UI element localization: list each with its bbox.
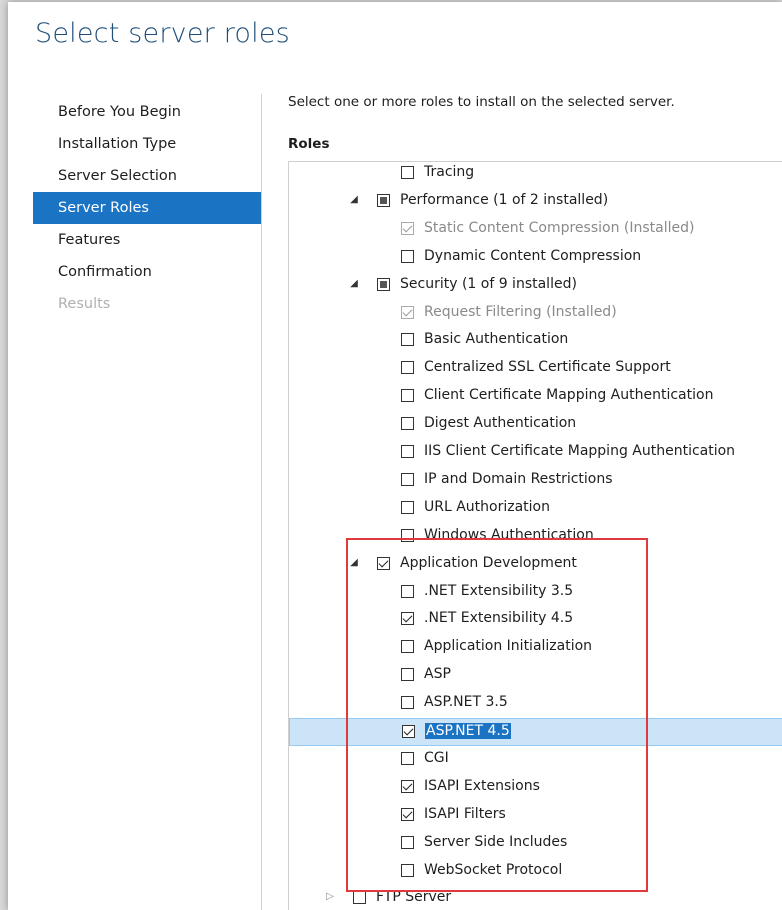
nav-item-installation-type[interactable]: Installation Type bbox=[33, 128, 261, 160]
wizard-nav: Before You Begin Installation Type Server … bbox=[33, 96, 261, 320]
role-checkbox[interactable] bbox=[377, 556, 390, 570]
role-checkbox[interactable] bbox=[401, 751, 414, 765]
tree-row[interactable]: Static Content Compression (Installed) bbox=[289, 216, 782, 244]
tree-row[interactable]: IP and Domain Restrictions bbox=[289, 467, 782, 495]
tree-row[interactable]: Request Filtering (Installed) bbox=[289, 300, 782, 328]
role-checkbox[interactable] bbox=[401, 333, 414, 347]
role-label: ISAPI Filters bbox=[424, 805, 506, 822]
role-checkbox[interactable] bbox=[401, 472, 414, 486]
role-checkbox[interactable] bbox=[401, 807, 414, 821]
role-checkbox[interactable] bbox=[401, 863, 414, 877]
role-label: ASP bbox=[424, 666, 451, 683]
role-label: Client Certificate Mapping Authenticatio… bbox=[424, 387, 714, 404]
wizard-window: Select server roles Before You Begin Inst… bbox=[8, 2, 782, 910]
tree-row[interactable]: CGI bbox=[289, 746, 782, 774]
role-checkbox[interactable] bbox=[401, 445, 414, 458]
tree-row[interactable]: ▷ FTP Server bbox=[289, 885, 782, 910]
role-label: FTP Server bbox=[376, 889, 452, 906]
tree-row[interactable]: URL Authorization bbox=[289, 495, 782, 523]
tree-row[interactable]: Windows Authentication bbox=[289, 523, 782, 551]
tree-row[interactable]: ◢ Performance (1 of 2 installed) bbox=[289, 188, 782, 216]
role-checkbox bbox=[401, 221, 414, 235]
tree-row[interactable]: Basic Authentication bbox=[289, 327, 782, 355]
collapse-arrow-icon[interactable]: ◢ bbox=[348, 557, 360, 568]
role-checkbox[interactable] bbox=[401, 361, 414, 375]
role-label: Centralized SSL Certificate Support bbox=[424, 359, 671, 376]
role-checkbox[interactable] bbox=[401, 640, 414, 654]
role-label: CGI bbox=[424, 749, 449, 766]
roles-label: Roles bbox=[288, 136, 330, 152]
role-label: Tracing bbox=[424, 164, 475, 180]
role-checkbox[interactable] bbox=[401, 166, 414, 179]
role-label: Security (1 of 9 installed) bbox=[400, 275, 577, 292]
tree-row[interactable]: .NET Extensibility 4.5 bbox=[289, 606, 782, 634]
tree-row[interactable]: Centralized SSL Certificate Support bbox=[289, 355, 782, 383]
tree-row[interactable]: ASP.NET 3.5 bbox=[289, 690, 782, 718]
expand-arrow-icon[interactable]: ▷ bbox=[324, 891, 336, 902]
tree-row[interactable]: ASP.NET 4.5 bbox=[289, 718, 782, 746]
role-checkbox[interactable] bbox=[401, 612, 414, 626]
role-label: .NET Extensibility 4.5 bbox=[424, 610, 574, 627]
role-checkbox[interactable] bbox=[401, 668, 414, 682]
role-checkbox[interactable] bbox=[401, 835, 414, 849]
page-title: Select server roles bbox=[35, 18, 290, 49]
role-label: Basic Authentication bbox=[424, 331, 569, 348]
role-checkbox[interactable] bbox=[401, 696, 414, 710]
tree-row[interactable]: ASP bbox=[289, 662, 782, 690]
tree-row[interactable]: Server Side Includes bbox=[289, 830, 782, 858]
tree-row[interactable]: ISAPI Extensions bbox=[289, 774, 782, 802]
role-checkbox[interactable] bbox=[377, 277, 390, 291]
tree-row[interactable]: .NET Extensibility 3.5 bbox=[289, 579, 782, 607]
role-label: Dynamic Content Compression bbox=[424, 247, 642, 264]
tree-row[interactable]: Application Initialization bbox=[289, 634, 782, 662]
role-checkbox[interactable] bbox=[401, 584, 414, 598]
role-label: Application Initialization bbox=[424, 638, 593, 655]
role-label: WebSocket Protocol bbox=[424, 861, 563, 878]
nav-item-before-you-begin[interactable]: Before You Begin bbox=[33, 96, 261, 128]
tree-row[interactable]: ◢ Application Development bbox=[289, 551, 782, 579]
roles-tree[interactable]: Tracing ◢ Performance (1 of 2 installed) St… bbox=[288, 161, 782, 910]
role-checkbox[interactable] bbox=[402, 725, 415, 738]
nav-divider bbox=[261, 94, 262, 910]
role-label: Server Side Includes bbox=[424, 833, 568, 850]
role-checkbox[interactable] bbox=[353, 891, 366, 905]
role-label: URL Authorization bbox=[424, 498, 550, 515]
nav-item-features[interactable]: Features bbox=[33, 224, 261, 256]
role-label: Performance (1 of 2 installed) bbox=[400, 191, 609, 208]
role-label: ASP.NET 4.5 bbox=[425, 723, 511, 739]
tree-row[interactable]: WebSocket Protocol bbox=[289, 858, 782, 886]
instruction-text: Select one or more roles to install on t… bbox=[288, 94, 675, 110]
role-checkbox[interactable] bbox=[401, 500, 414, 514]
role-label: ASP.NET 3.5 bbox=[424, 694, 508, 711]
tree-row[interactable]: IIS Client Certificate Mapping Authentic… bbox=[289, 439, 782, 467]
role-checkbox[interactable] bbox=[377, 193, 390, 207]
role-checkbox[interactable] bbox=[401, 249, 414, 263]
role-label: IIS Client Certificate Mapping Authentic… bbox=[424, 443, 736, 459]
nav-item-confirmation[interactable]: Confirmation bbox=[33, 256, 261, 288]
tree-row[interactable]: Digest Authentication bbox=[289, 411, 782, 439]
role-label: Windows Authentication bbox=[424, 526, 594, 543]
tree-row[interactable]: Client Certificate Mapping Authenticatio… bbox=[289, 383, 782, 411]
role-label: .NET Extensibility 3.5 bbox=[424, 582, 574, 599]
nav-item-server-roles[interactable]: Server Roles bbox=[33, 192, 261, 224]
collapse-arrow-icon[interactable]: ◢ bbox=[348, 278, 360, 289]
role-checkbox[interactable] bbox=[401, 528, 414, 542]
role-label: Static Content Compression (Installed) bbox=[424, 219, 695, 236]
role-checkbox bbox=[401, 305, 414, 319]
role-label: Request Filtering (Installed) bbox=[424, 303, 617, 320]
tree-row[interactable]: ◢ Security (1 of 9 installed) bbox=[289, 272, 782, 300]
role-label: Digest Authentication bbox=[424, 415, 577, 432]
tree-row[interactable]: ISAPI Filters bbox=[289, 802, 782, 830]
tree-row[interactable]: Dynamic Content Compression bbox=[289, 244, 782, 272]
collapse-arrow-icon[interactable]: ◢ bbox=[348, 194, 360, 205]
role-checkbox[interactable] bbox=[401, 389, 414, 403]
role-checkbox[interactable] bbox=[401, 779, 414, 793]
nav-item-server-selection[interactable]: Server Selection bbox=[33, 160, 261, 192]
role-checkbox[interactable] bbox=[401, 417, 414, 431]
tree-row[interactable]: Tracing bbox=[289, 162, 782, 188]
role-label: IP and Domain Restrictions bbox=[424, 470, 613, 487]
role-label: Application Development bbox=[400, 554, 577, 571]
nav-item-results: Results bbox=[58, 296, 111, 312]
role-label: ISAPI Extensions bbox=[424, 777, 540, 794]
